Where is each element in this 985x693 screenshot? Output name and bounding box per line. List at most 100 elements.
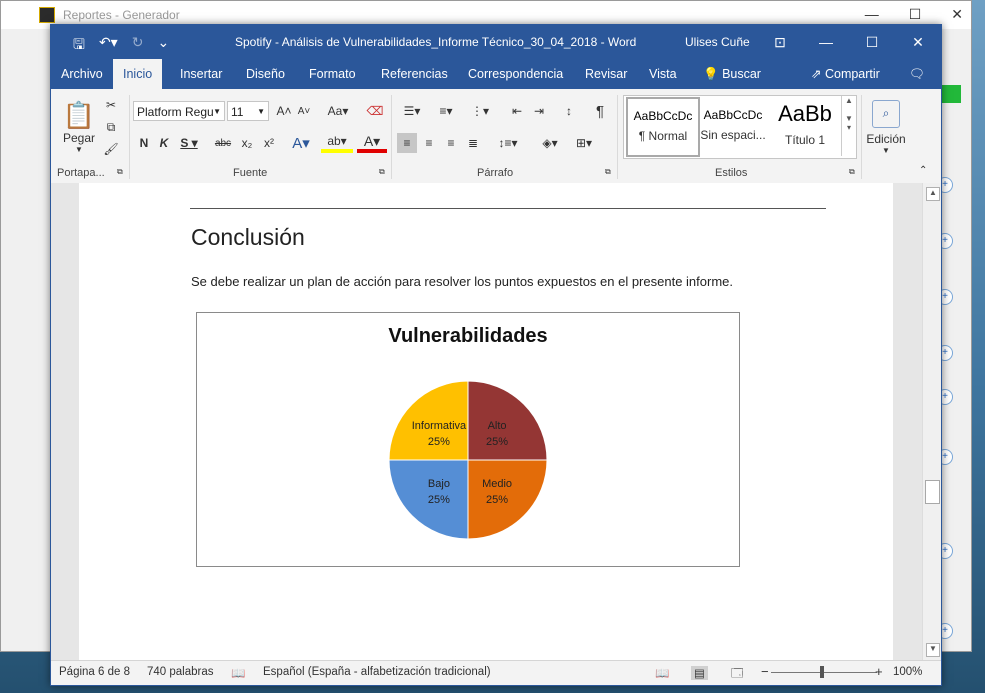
scroll-thumb[interactable] [925,480,940,504]
page-indicator[interactable]: Página 6 de 8 [59,666,130,678]
align-right-icon[interactable]: ≡ [441,133,461,153]
justify-icon[interactable]: ≣ [463,133,483,153]
zoom-slider[interactable] [771,672,877,673]
read-mode-icon[interactable]: 📖 [655,666,669,680]
font-name-dropdown[interactable]: Platform Regu ▼ [133,101,225,121]
tab-referencias[interactable]: Referencias [371,59,458,89]
align-center-icon[interactable]: ≡ [419,133,439,153]
zoom-out-icon[interactable]: − [761,664,769,679]
styles-scroll[interactable]: ▲ ▼ ▾ [841,96,856,156]
borders-icon[interactable]: ⊞▾ [569,133,599,153]
highlight-color-icon[interactable]: ab▾ [321,133,353,153]
tell-me-search[interactable]: 💡 Buscar [693,59,771,89]
zoom-level[interactable]: 100% [893,666,922,678]
editing-label: Edición [866,131,906,146]
vertical-scrollbar[interactable]: ▲ ▼ [922,183,941,661]
word-window: 🖫 ↶▾ ↻ ⌄ Spotify - Análisis de Vulnerabi… [50,24,942,686]
separator [129,95,130,179]
multilevel-list-icon[interactable]: ⋮▾ [465,101,495,121]
paste-label: Pegar [62,131,96,145]
close-icon[interactable]: ✕ [951,6,963,23]
minimize-icon[interactable]: — [865,6,879,23]
format-painter-icon[interactable]: 🖌 [103,141,119,157]
text-effects-icon[interactable]: A▾ [287,133,315,153]
bold-icon[interactable]: N [135,133,153,153]
tab-archivo[interactable]: Archivo [51,59,113,89]
sort-icon[interactable]: ↕ [559,101,579,121]
comments-icon[interactable]: 🗨 [899,59,935,89]
minimize-icon[interactable]: — [803,25,849,59]
font-size-dropdown[interactable]: 11 ▼ [227,101,269,121]
language-indicator[interactable]: Español (España - alfabetización tradici… [263,666,491,678]
tab-inicio[interactable]: Inicio [113,59,163,89]
pie-value-alto: 25% [486,436,508,448]
print-layout-icon[interactable]: ▤ [691,666,708,680]
ribbon-tabs: Archivo Inicio Insertar Diseño Formato R… [51,59,941,89]
collapse-ribbon-icon[interactable]: ⌃ [919,165,927,176]
user-name[interactable]: Ulises Cuñe [685,35,750,49]
proofing-icon[interactable]: 📖 [231,666,245,680]
style-heading-1[interactable]: AaBb Título 1 [770,98,840,154]
shrink-font-icon[interactable]: A˅ [295,101,313,121]
tab-revisar[interactable]: Revisar [575,59,637,89]
line-spacing-icon[interactable]: ↕≡▾ [493,133,523,153]
change-case-icon[interactable]: Aa▾ [323,101,353,121]
word-count[interactable]: 740 palabras [147,666,214,678]
undo-icon[interactable]: ↶▾ [99,34,118,58]
shading-icon[interactable]: ◈▾ [535,133,565,153]
tab-insertar[interactable]: Insertar [170,59,232,89]
superscript-icon[interactable]: x² [259,133,279,153]
save-icon[interactable]: 🖫 [73,34,85,58]
dialog-launcher-icon[interactable]: ⧉ [117,167,123,177]
ribbon: 📋 Pegar ▼ ✂ ⧉ 🖌 Portapa... ⧉ Platform Re… [51,89,941,184]
decrease-indent-icon[interactable]: ⇤ [507,101,527,121]
style-normal[interactable]: AaBbCcDc ¶ Normal [626,97,700,157]
chevron-down-icon: ▼ [882,145,890,155]
tab-correspondencia[interactable]: Correspondencia [458,59,573,89]
clear-formatting-icon[interactable]: ⌫ [365,101,385,121]
show-formatting-icon[interactable]: ¶ [591,101,609,121]
tab-vista[interactable]: Vista [639,59,687,89]
font-color-icon[interactable]: A▾ [357,133,387,153]
close-icon[interactable]: ✕ [895,25,941,59]
scroll-up-icon[interactable]: ▲ [926,187,940,201]
cut-icon[interactable]: ✂ [103,97,119,113]
redo-icon[interactable]: ↻ [132,34,144,58]
scroll-down-icon[interactable]: ▼ [926,643,940,657]
zoom-in-icon[interactable]: + [875,664,883,679]
style-no-spacing[interactable]: AaBbCcDc Sin espaci... [698,98,768,154]
increase-indent-icon[interactable]: ⇥ [529,101,549,121]
editing-button[interactable]: ⌕ Edición ▼ [865,95,907,159]
tell-me-label: Buscar [722,67,761,81]
strikethrough-icon[interactable]: abc [211,133,235,153]
style-name: Título 1 [784,133,826,147]
dialog-launcher-icon[interactable]: ⧉ [605,167,611,177]
share-button[interactable]: ⇗ Compartir [801,59,890,89]
dialog-launcher-icon[interactable]: ⧉ [849,167,855,177]
web-layout-icon[interactable]: 🗔 [731,666,743,685]
divider-line [190,208,826,209]
subscript-icon[interactable]: x₂ [237,133,257,153]
bullets-icon[interactable]: ☰▾ [397,101,427,121]
paste-button[interactable]: 📋 Pegar ▼ [61,95,97,159]
tab-diseno[interactable]: Diseño [236,59,295,89]
grow-font-icon[interactable]: A˄ [275,101,293,121]
maximize-icon[interactable]: ☐ [849,25,895,59]
customize-qat-icon[interactable]: ⌄ [157,34,169,58]
italic-icon[interactable]: K [155,133,173,153]
dialog-launcher-icon[interactable]: ⧉ [379,167,385,177]
copy-icon[interactable]: ⧉ [103,119,119,135]
numbering-icon[interactable]: ≡▾ [431,101,461,121]
separator [861,95,862,179]
background-window-title: Reportes - Generador [63,8,180,22]
document-page[interactable]: Conclusión Se debe realizar un plan de a… [79,183,893,661]
ribbon-display-icon[interactable]: ⊡ [757,25,803,59]
tab-formato[interactable]: Formato [299,59,366,89]
align-left-icon[interactable]: ≡ [397,133,417,153]
maximize-icon[interactable]: ☐ [909,6,922,23]
document-area: Conclusión Se debe realizar un plan de a… [51,183,923,661]
chevron-down-icon: ▼ [75,145,83,154]
underline-icon[interactable]: S ▾ [175,133,203,153]
zoom-slider-thumb[interactable] [820,666,824,678]
chart-frame[interactable]: Vulnerabilidades Alto 25% Medio 25% Bajo 25% I… [196,312,740,567]
